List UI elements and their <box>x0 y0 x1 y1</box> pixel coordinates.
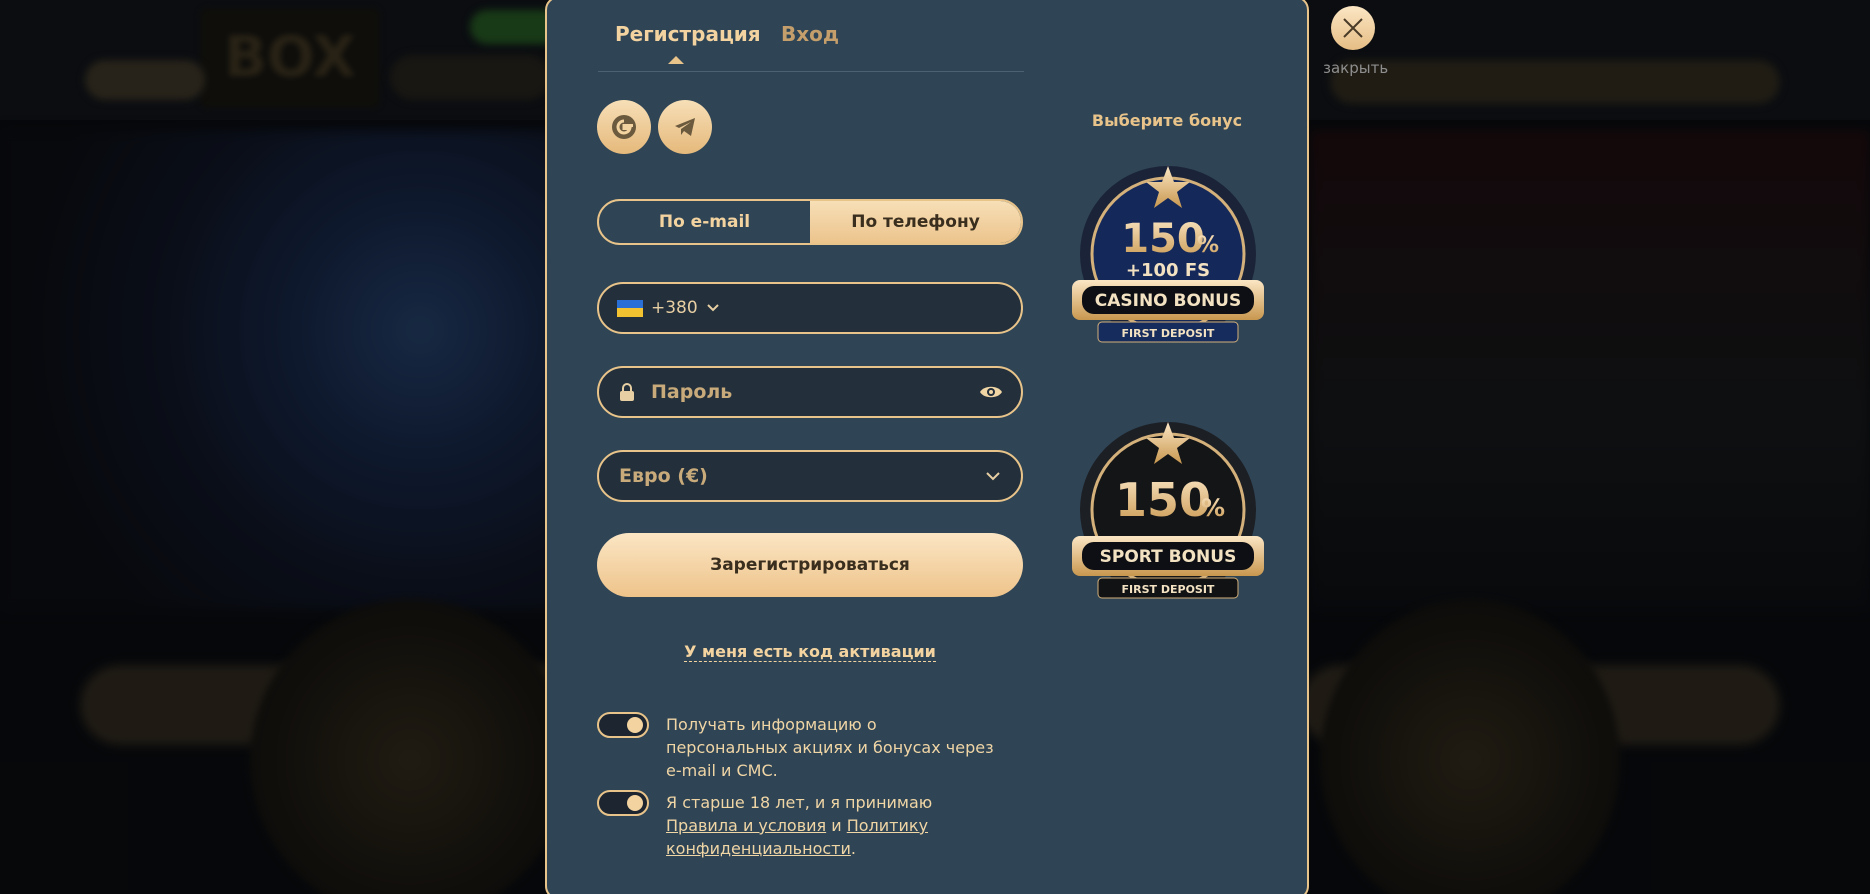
close-label[interactable]: закрыть <box>1323 59 1388 77</box>
eye-icon[interactable] <box>979 384 1003 400</box>
active-tab-indicator <box>668 56 684 64</box>
telegram-login-button[interactable] <box>658 100 712 154</box>
terms-and: и <box>826 816 847 835</box>
badge-extra: +100 FS <box>1126 260 1210 281</box>
casino-bonus-badge[interactable]: 150 % +100 FS CASINO BONUS FIRST DEPOSIT <box>1068 162 1268 352</box>
badge-percent-sign: % <box>1201 494 1225 522</box>
currency-select[interactable]: Евро (€) <box>597 450 1023 502</box>
register-button[interactable]: Зарегистрироваться <box>597 533 1023 597</box>
phone-input[interactable] <box>729 284 1021 332</box>
password-input[interactable] <box>651 368 979 416</box>
promo-consent-text: Получать информацию о персональных акция… <box>666 715 994 780</box>
promo-consent-toggle[interactable] <box>597 712 649 738</box>
phone-country-code[interactable]: +380 <box>651 298 698 318</box>
phone-field: +380 <box>597 282 1023 334</box>
rules-link[interactable]: Правила и условия <box>666 816 826 835</box>
flag-stripe-yellow <box>617 308 643 317</box>
chevron-down-icon[interactable] <box>706 303 720 313</box>
terms-consent-text: Я старше 18 лет, и я принимаю Правила и … <box>666 791 996 860</box>
badge-sub-text: FIRST DEPOSIT <box>1122 327 1215 340</box>
ukraine-flag-icon <box>617 299 643 317</box>
toggle-knob <box>627 717 643 733</box>
close-button[interactable] <box>1331 6 1375 50</box>
password-field <box>597 366 1023 418</box>
terms-prefix: Я старше 18 лет, и я принимаю <box>666 793 933 812</box>
currency-value: Евро (€) <box>619 465 708 487</box>
badge-percent-sign: % <box>1197 233 1219 258</box>
badge-percent: 150 <box>1115 473 1211 527</box>
badge-ribbon-text: SPORT BONUS <box>1100 547 1237 567</box>
lock-icon <box>620 383 634 401</box>
close-icon <box>1343 18 1363 38</box>
badge-percent: 150 <box>1121 216 1205 262</box>
bonus-title: Выберите бонус <box>1091 111 1243 130</box>
tab-login[interactable]: Вход <box>781 22 839 46</box>
activation-code-row: У меня есть код активации <box>597 642 1023 662</box>
chevron-down-icon <box>986 472 1000 481</box>
tab-register[interactable]: Регистрация <box>615 22 761 46</box>
registration-modal: Регистрация Вход По e-mail По телефону +… <box>545 0 1309 894</box>
terms-suffix: . <box>850 839 856 858</box>
badge-sub-text: FIRST DEPOSIT <box>1122 583 1215 596</box>
badge-ribbon-text: CASINO BONUS <box>1095 291 1241 311</box>
method-phone-button[interactable]: По телефону <box>810 201 1021 243</box>
toggle-knob <box>627 795 643 811</box>
activation-code-link[interactable]: У меня есть код активации <box>684 642 936 662</box>
terms-consent-toggle[interactable] <box>597 790 649 816</box>
registration-method-switch: По e-mail По телефону <box>597 199 1023 245</box>
sport-bonus-badge[interactable]: 150 % SPORT BONUS FIRST DEPOSIT <box>1068 418 1268 608</box>
method-email-button[interactable]: По e-mail <box>599 201 810 243</box>
flag-stripe-blue <box>617 299 643 308</box>
google-login-button[interactable] <box>597 100 651 154</box>
google-icon <box>612 115 636 139</box>
auth-tabs: Регистрация Вход <box>598 0 1024 72</box>
telegram-icon <box>675 118 695 136</box>
